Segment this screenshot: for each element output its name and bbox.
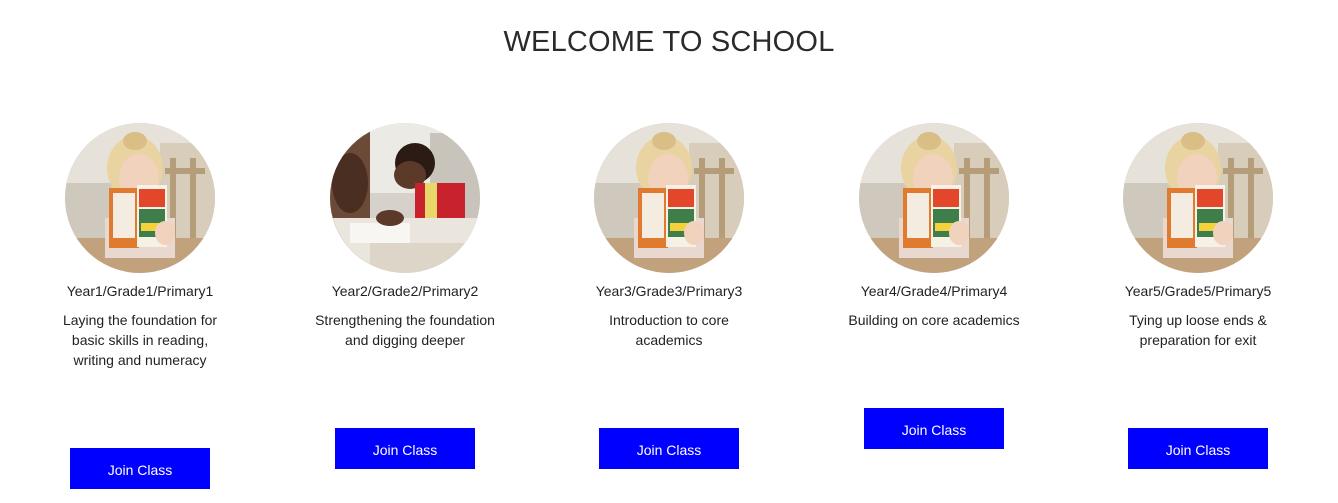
join-class-button-year1[interactable]: Join Class — [70, 448, 210, 489]
class-title: Year5/Grade5/Primary5 — [1124, 283, 1272, 299]
class-description: Tying up loose ends & preparation for ex… — [1129, 312, 1267, 348]
class-image-girl-reading — [65, 123, 215, 273]
girl-reading-photo — [1123, 123, 1273, 273]
class-title: Year1/Grade1/Primary1 — [66, 283, 214, 299]
girl-reading-photo — [859, 123, 1009, 273]
girl-reading-photo — [594, 123, 744, 273]
class-description: Introduction to core academics — [609, 312, 729, 348]
class-title: Year3/Grade3/Primary3 — [595, 283, 743, 299]
boy-writing-photo — [330, 123, 480, 273]
class-image-boy-writing — [330, 123, 480, 273]
class-title: Year4/Grade4/Primary4 — [860, 283, 1008, 299]
girl-reading-photo — [65, 123, 215, 273]
join-class-button-year3[interactable]: Join Class — [599, 428, 739, 469]
class-image-girl-reading — [1123, 123, 1273, 273]
class-image-girl-reading — [594, 123, 744, 273]
class-card-year4: Year4/Grade4/Primary4 Building on core a… — [834, 123, 1034, 493]
page-title: WELCOME TO SCHOOL — [503, 26, 835, 58]
class-description: Laying the foundation for basic skills i… — [62, 312, 218, 368]
class-card-year3: Year3/Grade3/Primary3 Introduction to co… — [569, 123, 769, 493]
join-class-button-year2[interactable]: Join Class — [335, 428, 475, 469]
class-image-girl-reading — [859, 123, 1009, 273]
join-class-button-year5[interactable]: Join Class — [1128, 428, 1268, 469]
class-card-year5: Year5/Grade5/Primary5 Tying up loose end… — [1098, 123, 1298, 493]
class-card-year1: Year1/Grade1/Primary1 Laying the foundat… — [40, 123, 240, 493]
class-description: Strengthening the foundation and digging… — [315, 312, 495, 348]
class-card-year2: Year2/Grade2/Primary2 Strengthening the … — [305, 123, 505, 493]
join-class-button-year4[interactable]: Join Class — [864, 408, 1004, 449]
class-title: Year2/Grade2/Primary2 — [331, 283, 479, 299]
class-description: Building on core academics — [848, 312, 1020, 328]
